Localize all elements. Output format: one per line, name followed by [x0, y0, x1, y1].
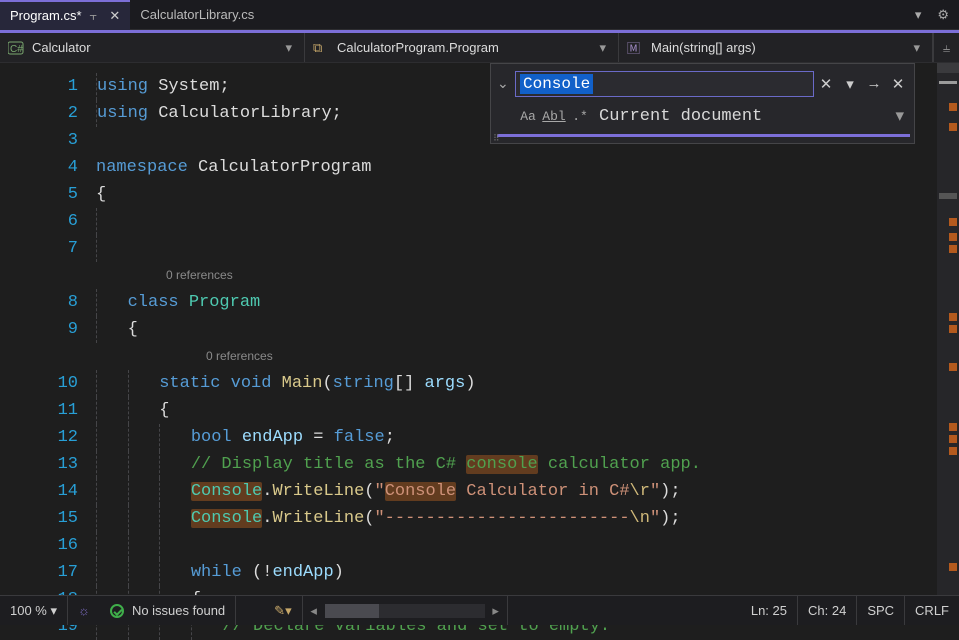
find-marker [949, 447, 957, 455]
status-bar: 100 % ▾ ☼ No issues found ✎▾ ◂ ▸ Ln: 25 … [0, 595, 959, 625]
caret-col[interactable]: Ch: 24 [798, 596, 857, 625]
close-icon[interactable]: ✕ [109, 8, 120, 24]
svg-text:C#: C# [10, 44, 23, 55]
chevron-down-icon: ▾ [281, 40, 296, 56]
line-number: 2 [0, 100, 96, 127]
scroll-left-icon[interactable]: ◂ [303, 603, 325, 619]
zoom-level[interactable]: 100 % ▾ [0, 596, 68, 625]
find-marker [949, 423, 957, 431]
find-marker [949, 435, 957, 443]
find-marker [949, 218, 957, 226]
find-marker [949, 313, 957, 321]
find-scope-label: Current document [593, 107, 895, 126]
line-number: 17 [0, 559, 96, 586]
overview-scrollbar[interactable] [937, 63, 959, 595]
chevron-down-icon: ▾ [909, 40, 924, 56]
code-area[interactable]: using System; using CalculatorLibrary; n… [96, 63, 937, 595]
nav-project-label: Calculator [32, 40, 281, 55]
horizontal-scrollbar[interactable]: ◂ ▸ [303, 596, 508, 625]
line-number: 5 [0, 181, 96, 208]
find-marker [949, 363, 957, 371]
tab-label: CalculatorLibrary.cs [140, 7, 254, 22]
gear-icon[interactable]: ⚙ [927, 7, 959, 23]
line-number: 9 [0, 316, 96, 343]
tab-calculatorlibrary-cs[interactable]: CalculatorLibrary.cs [130, 0, 264, 30]
scope-dropdown-icon[interactable]: ▾ [895, 106, 910, 127]
nav-member-dropdown[interactable]: 🄼 Main(string[] args) ▾ [619, 33, 933, 62]
pin-icon[interactable]: ⫟ [90, 8, 98, 24]
csharp-icon: C# [8, 40, 26, 56]
clear-icon[interactable]: ✕ [814, 75, 838, 94]
tab-label: Program.cs* [10, 8, 82, 23]
find-marker [949, 325, 957, 333]
tab-program-cs[interactable]: Program.cs* ⫟ ✕ [0, 0, 130, 30]
regex-toggle[interactable]: .* [567, 109, 593, 124]
find-marker [949, 563, 957, 571]
cleanup-icon[interactable]: ✎▾ [264, 596, 302, 625]
find-marker [949, 103, 957, 111]
class-icon: ⧉ [313, 40, 331, 56]
code-editor[interactable]: 1 2 3 4 5 6 7 8 9 10 11 12 13 14 15 16 1… [0, 63, 959, 595]
line-number: 15 [0, 505, 96, 532]
line-number: 6 [0, 208, 96, 235]
line-number: 3 [0, 127, 96, 154]
line-number: 7 [0, 235, 96, 262]
close-find-icon[interactable]: ✕ [886, 75, 910, 94]
method-icon: 🄼 [627, 38, 645, 57]
line-number: 14 [0, 478, 96, 505]
line-number: 11 [0, 397, 96, 424]
nav-member-label: Main(string[] args) [651, 40, 909, 55]
tab-overflow-icon[interactable]: ▾ [909, 7, 928, 23]
caret-line[interactable]: Ln: 25 [741, 596, 798, 625]
chevron-down-icon: ▾ [595, 40, 610, 56]
scroll-thumb[interactable] [939, 81, 957, 84]
find-marker [949, 245, 957, 253]
line-number: 12 [0, 424, 96, 451]
line-number: 1 [0, 73, 96, 100]
codelens-references[interactable]: 0 references [96, 343, 937, 370]
find-marker [949, 123, 957, 131]
line-number-gutter: 1 2 3 4 5 6 7 8 9 10 11 12 13 14 15 16 1… [0, 63, 96, 595]
nav-project-dropdown[interactable]: C# Calculator ▾ [0, 33, 305, 62]
navigation-bar: C# Calculator ▾ ⧉ CalculatorProgram.Prog… [0, 33, 959, 63]
find-next-icon[interactable]: → [862, 76, 886, 93]
codelens-references[interactable]: 0 references [96, 262, 937, 289]
expand-replace-icon[interactable]: ⌄ [497, 76, 515, 93]
line-number: 13 [0, 451, 96, 478]
resize-grip-icon[interactable]: ⠿ [493, 134, 500, 144]
find-term: Console [520, 74, 593, 94]
nav-class-dropdown[interactable]: ⧉ CalculatorProgram.Program ▾ [305, 33, 619, 62]
find-input[interactable]: Console [515, 71, 814, 97]
split-editor-button[interactable]: ⫨ [933, 33, 959, 62]
match-case-toggle[interactable]: Aa [515, 109, 541, 124]
line-number: 16 [0, 532, 96, 559]
error-status[interactable]: No issues found [100, 596, 236, 625]
find-panel: ⌄ Console ✕ ▾ → ✕ Aa Abl .* Current docu… [490, 63, 915, 144]
whole-word-toggle[interactable]: Abl [541, 109, 567, 124]
history-dropdown-icon[interactable]: ▾ [838, 75, 862, 94]
check-circle-icon [110, 604, 124, 618]
line-number: 4 [0, 154, 96, 181]
split-grip[interactable] [937, 63, 959, 73]
scroll-thumb[interactable] [325, 604, 379, 618]
find-marker [949, 233, 957, 241]
line-number: 8 [0, 289, 96, 316]
line-ending[interactable]: CRLF [905, 596, 959, 625]
intellicode-icon[interactable]: ☼ [68, 596, 100, 625]
nav-class-label: CalculatorProgram.Program [337, 40, 595, 55]
scroll-right-icon[interactable]: ▸ [485, 603, 507, 619]
find-underline [497, 134, 910, 137]
line-number: 10 [0, 370, 96, 397]
indent-mode[interactable]: SPC [857, 596, 905, 625]
file-tab-bar: Program.cs* ⫟ ✕ CalculatorLibrary.cs ▾ ⚙ [0, 0, 959, 30]
